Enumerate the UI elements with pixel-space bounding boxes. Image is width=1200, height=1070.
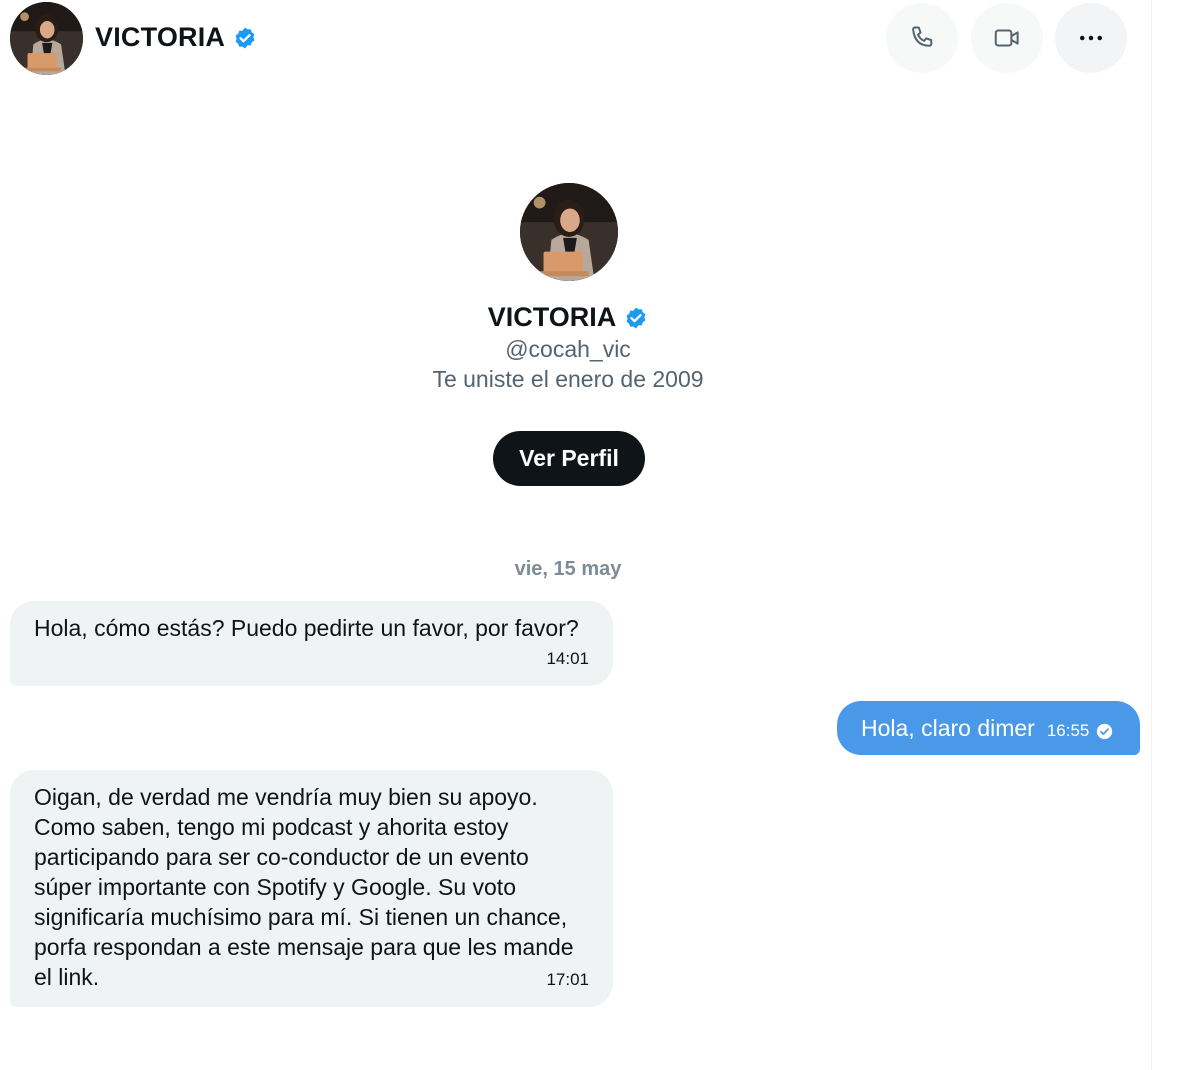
profile-handle: @cocah_vic [505,336,631,362]
message-timestamp: 16:55 [1046,721,1090,740]
profile-name: VICTORIA [0,302,1136,333]
message-timestamp: 14:01 [546,649,589,668]
verified-badge-icon [624,306,648,330]
more-options-button[interactable] [1055,3,1127,73]
profile-name-text: VICTORIA [487,302,617,332]
call-button[interactable] [886,3,958,73]
conversation-header: VICTORIA [0,0,1151,80]
header-name-text: VICTORIA [95,22,226,52]
video-call-button[interactable] [971,3,1043,73]
message-timestamp: 17:01 [546,970,589,989]
right-divider [1151,0,1152,1070]
phone-icon [912,26,933,47]
message-bubble-incoming[interactable]: Hola, cómo estás? Puedo pedirte un favor… [10,601,613,686]
profile-joined-date: Te uniste el enero de 2009 [432,366,704,392]
header-contact-name[interactable]: VICTORIA [95,22,257,53]
verified-badge-icon [233,26,257,50]
message-bubble-outgoing[interactable]: Hola, claro dimer 16:55 [837,701,1140,755]
more-options-icon [1080,35,1102,41]
read-check-icon [1096,723,1113,740]
view-profile-button[interactable]: Ver Perfil [493,431,645,486]
message-text: Hola, cómo estás? Puedo pedirte un favor… [34,615,579,641]
profile-avatar[interactable] [520,183,618,281]
message-text: Hola, claro dimer [861,715,1035,741]
message-bubble-incoming[interactable]: Oigan, de verdad me vendría muy bien su … [10,770,613,1007]
header-avatar[interactable] [10,2,83,75]
video-camera-icon [994,29,1019,47]
message-text: Oigan, de verdad me vendría muy bien su … [34,784,574,990]
date-separator: vie, 15 may [514,558,622,580]
